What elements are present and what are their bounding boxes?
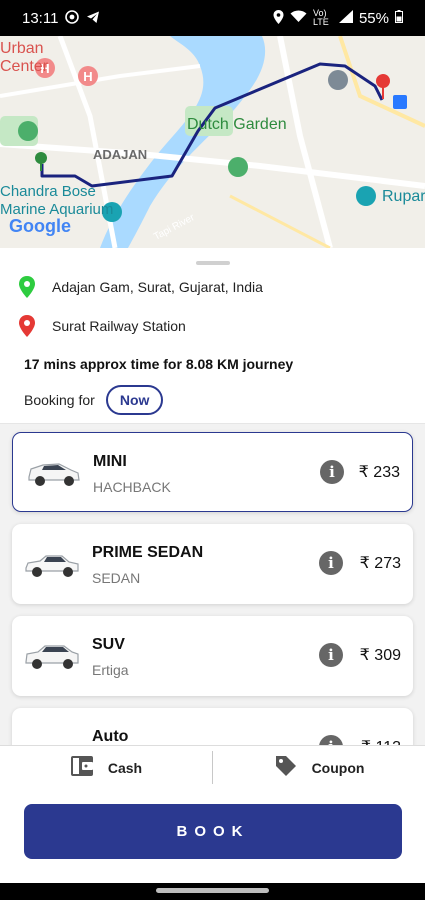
fare-price: ₹ 233 bbox=[358, 464, 400, 481]
cash-label: Cash bbox=[107, 759, 143, 776]
tag-icon bbox=[274, 754, 298, 781]
map-label-rupar: Rupar bbox=[382, 188, 425, 205]
car-hatchback-icon bbox=[25, 455, 81, 489]
vehicle-card-suv[interactable]: SUV Ertiga i ₹ 309 bbox=[12, 616, 413, 696]
green-pin-icon bbox=[18, 276, 36, 298]
journey-estimate: 17 mins approx time for 8.08 KM journey bbox=[24, 356, 294, 372]
google-logo: Google bbox=[9, 216, 71, 236]
booking-time-button[interactable]: Now bbox=[105, 385, 164, 415]
info-icon[interactable]: i bbox=[319, 551, 343, 575]
car-suv-icon bbox=[24, 638, 80, 672]
info-icon[interactable]: i bbox=[319, 735, 343, 745]
coupon-label: Coupon bbox=[311, 759, 365, 776]
battery-percent: 55% bbox=[358, 9, 389, 27]
pickup-map-pin bbox=[35, 152, 47, 171]
fare-price: ₹ 273 bbox=[359, 555, 401, 572]
car-sedan-icon bbox=[24, 546, 80, 580]
vehicle-type: HACHBACK bbox=[93, 479, 171, 495]
vehicle-name: SUV bbox=[92, 636, 125, 653]
payment-bar: Cash Coupon bbox=[0, 745, 425, 789]
book-button[interactable]: BOOK bbox=[24, 804, 402, 859]
status-bar: 13:11 Vo) LTE 55% bbox=[0, 0, 425, 36]
signal-icon bbox=[338, 10, 353, 26]
fare-price: ₹ 309 bbox=[359, 647, 401, 664]
booking-for-label: Booking for bbox=[24, 392, 95, 408]
info-icon[interactable]: i bbox=[320, 460, 344, 484]
coupon-option[interactable]: Coupon bbox=[213, 746, 425, 789]
info-icon[interactable]: i bbox=[319, 643, 343, 667]
svg-text:H: H bbox=[83, 69, 92, 84]
battery-icon bbox=[395, 10, 403, 26]
sheet-drag-handle[interactable] bbox=[196, 261, 230, 265]
vehicle-card-prime-sedan[interactable]: PRIME SEDAN SEDAN i ₹ 273 bbox=[12, 524, 413, 604]
pickup-location-row[interactable]: Adajan Gam, Surat, Gujarat, India bbox=[18, 276, 263, 298]
drop-location-row[interactable]: Surat Railway Station bbox=[18, 315, 186, 337]
drop-address: Surat Railway Station bbox=[52, 318, 186, 334]
clock-time: 13:11 bbox=[22, 9, 59, 27]
vehicle-name: MINI bbox=[93, 453, 127, 470]
home-gesture-pill[interactable] bbox=[156, 888, 269, 893]
route-map[interactable]: H H Urban Center ADAJAN Dutch Garden Cha… bbox=[0, 36, 425, 248]
telegram-icon bbox=[86, 10, 100, 27]
vehicle-list[interactable]: MINI HACHBACK i ₹ 233 PRIME SEDAN SEDAN … bbox=[0, 423, 425, 745]
signal-text: Vo) LTE bbox=[312, 8, 329, 27]
booking-for-row: Booking for Now bbox=[24, 385, 164, 415]
cash-option[interactable]: Cash bbox=[0, 746, 212, 789]
vehicle-name: Auto bbox=[92, 728, 129, 745]
pickup-address: Adajan Gam, Surat, Gujarat, India bbox=[52, 279, 263, 295]
location-icon bbox=[273, 9, 284, 27]
wifi-icon bbox=[290, 10, 307, 26]
map-label-urban-center: Urban Center bbox=[0, 40, 49, 75]
vehicle-type: Ertiga bbox=[92, 662, 129, 678]
vehicle-card-mini[interactable]: MINI HACHBACK i ₹ 233 bbox=[12, 432, 413, 512]
vehicle-card-auto[interactable]: Auto i ₹ 113 bbox=[12, 708, 413, 745]
fare-price: ₹ 113 bbox=[361, 737, 401, 745]
map-label-adajan: ADAJAN bbox=[93, 147, 148, 162]
red-pin-icon bbox=[18, 315, 36, 337]
vehicle-name: PRIME SEDAN bbox=[92, 544, 204, 561]
whatsapp-icon bbox=[65, 9, 80, 27]
map-label-dutch-garden: Dutch Garden bbox=[187, 116, 287, 133]
map-label-aquarium: Chandra Bose Marine Aquarium bbox=[0, 183, 114, 218]
wallet-icon bbox=[70, 755, 94, 780]
vehicle-type: SEDAN bbox=[92, 570, 141, 586]
system-nav-bar bbox=[0, 883, 425, 900]
